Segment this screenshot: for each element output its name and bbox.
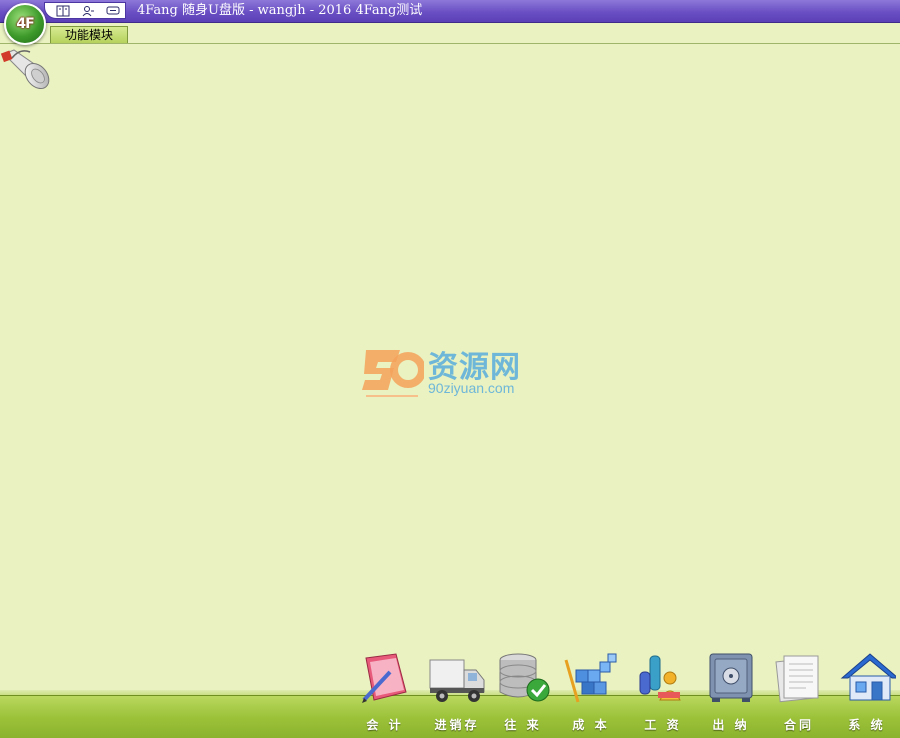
watermark-logo-icon: [362, 350, 424, 397]
module-contract[interactable]: 合同: [766, 652, 832, 732]
watermark: 资源网 90ziyuan.com: [360, 340, 550, 400]
accounting-icon: [362, 653, 407, 703]
module-accounting[interactable]: 会 计: [352, 652, 418, 732]
user-icon[interactable]: [81, 5, 95, 17]
module-inventory[interactable]: 进销存: [424, 652, 490, 732]
module-label: 成 本: [572, 718, 610, 732]
watermark-url: 90ziyuan.com: [428, 380, 515, 396]
tab-strip: 功能模块: [0, 23, 900, 44]
book-icon[interactable]: [56, 5, 70, 17]
module-receivables[interactable]: 往 来: [490, 652, 556, 732]
title-bar: 4Fang 随身U盘版 - wangjh - 2016 4Fang测试: [0, 0, 900, 23]
window-title: 4Fang 随身U盘版 - wangjh - 2016 4Fang测试: [137, 3, 423, 18]
chat-icon[interactable]: [106, 5, 120, 17]
app-logo[interactable]: 4F: [4, 3, 46, 45]
module-label: 往 来: [504, 718, 542, 732]
salary-icon: [639, 655, 681, 701]
safe-icon: [709, 653, 753, 702]
module-label: 合同: [783, 718, 814, 732]
module-cashier[interactable]: 出 纳: [698, 652, 764, 732]
module-system[interactable]: 系 统: [834, 652, 900, 732]
app-logo-text: 4F: [16, 16, 34, 32]
quick-toolbar: [44, 2, 126, 19]
module-label: 系 统: [848, 718, 886, 732]
module-salary[interactable]: 工 资: [630, 652, 696, 732]
module-cost[interactable]: 成 本: [558, 652, 624, 732]
cost-blocks-icon: [564, 653, 617, 703]
module-label: 出 纳: [712, 718, 750, 732]
module-label: 工 资: [644, 718, 682, 732]
module-label: 进销存: [434, 718, 480, 732]
module-label: 会 计: [366, 718, 404, 732]
house-icon: [840, 653, 896, 701]
tab-function-modules[interactable]: 功能模块: [50, 26, 128, 43]
database-check-icon: [499, 653, 550, 702]
truck-icon: [429, 659, 485, 702]
megaphone-icon[interactable]: [0, 46, 52, 96]
contract-icon: [775, 655, 819, 703]
